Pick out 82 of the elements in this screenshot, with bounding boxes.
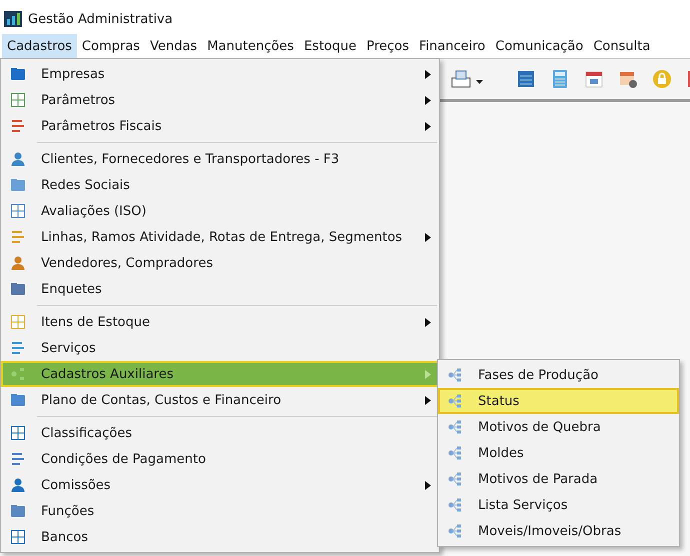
menu-item[interactable]: Fases de Produção bbox=[438, 362, 679, 388]
menu-item[interactable]: Clientes, Fornecedores e Transportadores - F3 bbox=[1, 146, 439, 172]
network-icon bbox=[447, 419, 463, 435]
calendar-gear-icon[interactable] bbox=[618, 69, 638, 89]
menu-item-label: Parâmetros bbox=[41, 92, 116, 108]
menu-item[interactable]: Moldes bbox=[438, 440, 679, 466]
person-icon bbox=[10, 477, 26, 493]
folder-icon bbox=[10, 281, 26, 297]
menu-item-label: Avaliações (ISO) bbox=[41, 204, 148, 218]
menu-item-label: Motivos de Quebra bbox=[478, 420, 602, 434]
menu-item-label: Classificações bbox=[41, 426, 133, 440]
menu-item-label: Lista Serviços bbox=[478, 498, 569, 512]
menu-item[interactable]: Bancos bbox=[1, 524, 439, 550]
person-icon bbox=[10, 151, 26, 167]
menu-item[interactable]: Moveis/Imoveis/Obras bbox=[438, 518, 679, 544]
menu-bar-item[interactable]: Preços bbox=[361, 34, 414, 58]
folder-icon bbox=[10, 66, 26, 82]
menu-item[interactable]: Plano de Contas, Custos e Financeiro bbox=[1, 387, 439, 413]
network-icon bbox=[447, 393, 463, 409]
menu-bar-item[interactable]: Consulta bbox=[588, 34, 656, 58]
menu-item-label: Vendedores, Compradores bbox=[41, 256, 214, 270]
menu-item-label: Serviços bbox=[41, 340, 97, 356]
menu-item[interactable]: Parâmetros bbox=[1, 87, 439, 113]
menu-item-label: Funções bbox=[41, 504, 96, 518]
menu-item-label: Plano de Contas, Custos e Financeiro bbox=[41, 392, 282, 408]
menu-bar-item[interactable]: Cadastros bbox=[2, 34, 77, 58]
menu-item[interactable]: Cadastros Auxiliares bbox=[1, 361, 439, 387]
folder-icon bbox=[10, 392, 26, 408]
menu-item[interactable]: Status bbox=[438, 388, 679, 414]
menu-item[interactable]: Avaliações (ISO) bbox=[1, 198, 439, 224]
menu-item[interactable]: Itens de Estoque bbox=[1, 309, 439, 335]
list-icon bbox=[10, 451, 26, 467]
menu-bar-item[interactable]: Compras bbox=[76, 34, 145, 58]
menu-item[interactable]: Enquetes bbox=[1, 276, 439, 302]
menu-bar-item[interactable]: Financeiro bbox=[414, 34, 490, 58]
folder-icon bbox=[10, 177, 26, 193]
menu-item[interactable]: Motivos de Parada bbox=[438, 466, 679, 492]
menu-bar-item[interactable]: Vendas bbox=[144, 34, 202, 58]
app-logo-icon bbox=[4, 11, 22, 27]
menu-bar-item[interactable]: Estoque bbox=[298, 34, 362, 58]
menu-item[interactable]: Comissões bbox=[1, 472, 439, 498]
network-icon bbox=[447, 445, 463, 461]
menu-item[interactable]: Motivos de Quebra bbox=[438, 414, 679, 440]
menu-item-label: Fases de Produção bbox=[478, 368, 600, 382]
menu-item-label: Moldes bbox=[478, 446, 525, 460]
folder-icon bbox=[10, 503, 26, 519]
list-icon bbox=[10, 118, 26, 134]
menu-item[interactable]: Redes Sociais bbox=[1, 172, 439, 198]
menu-bar-item[interactable]: Manutenções bbox=[202, 34, 299, 58]
menu-item[interactable]: Parâmetros Fiscais bbox=[1, 113, 439, 139]
menu-item-label: Status bbox=[478, 394, 520, 408]
menu-item[interactable]: Linhas, Ramos Atividade, Rotas de Entrega, Segmentos bbox=[1, 224, 439, 250]
menu-item-label: Redes Sociais bbox=[41, 178, 131, 192]
network-icon bbox=[10, 366, 26, 382]
menu-item[interactable]: Serviços bbox=[1, 335, 439, 361]
menu-item-label: Parâmetros Fiscais bbox=[41, 118, 163, 134]
printer-dropdown-icon[interactable] bbox=[450, 69, 484, 89]
person-icon bbox=[10, 255, 26, 271]
menu-item[interactable]: Condições de Pagamento bbox=[1, 446, 439, 472]
menu-item-label: Linhas, Ramos Atividade, Rotas de Entrega, Segmentos bbox=[41, 230, 404, 244]
list-icon bbox=[10, 340, 26, 356]
window-title: Gestão Administrativa bbox=[28, 12, 173, 26]
menu-item-label: Empresas bbox=[41, 66, 106, 82]
list-icon bbox=[10, 229, 26, 245]
menu-item-label: Clientes, Fornecedores e Transportadores - F3 bbox=[41, 152, 340, 166]
menu-item-label: Itens de Estoque bbox=[41, 314, 151, 330]
menu-item-label: Moveis/Imoveis/Obras bbox=[478, 524, 622, 538]
menu-item-label: Condições de Pagamento bbox=[41, 452, 207, 466]
network-icon bbox=[447, 497, 463, 513]
menu-item-label: Cadastros Auxiliares bbox=[41, 366, 175, 382]
menu-item[interactable]: Vendedores, Compradores bbox=[1, 250, 439, 276]
network-icon bbox=[447, 471, 463, 487]
menu-item[interactable]: Classificações bbox=[1, 420, 439, 446]
menu-item-label: Motivos de Parada bbox=[478, 472, 599, 486]
network-icon bbox=[447, 523, 463, 539]
menu-bar-item[interactable]: Comunicação bbox=[490, 34, 588, 58]
menu-item-label: Comissões bbox=[41, 478, 112, 492]
menu-item-label: Enquetes bbox=[41, 282, 103, 296]
menu-item[interactable]: Funções bbox=[1, 498, 439, 524]
menu-item[interactable]: Lista Serviços bbox=[438, 492, 679, 518]
network-icon bbox=[447, 367, 463, 383]
menu-item-label: Bancos bbox=[41, 530, 89, 544]
